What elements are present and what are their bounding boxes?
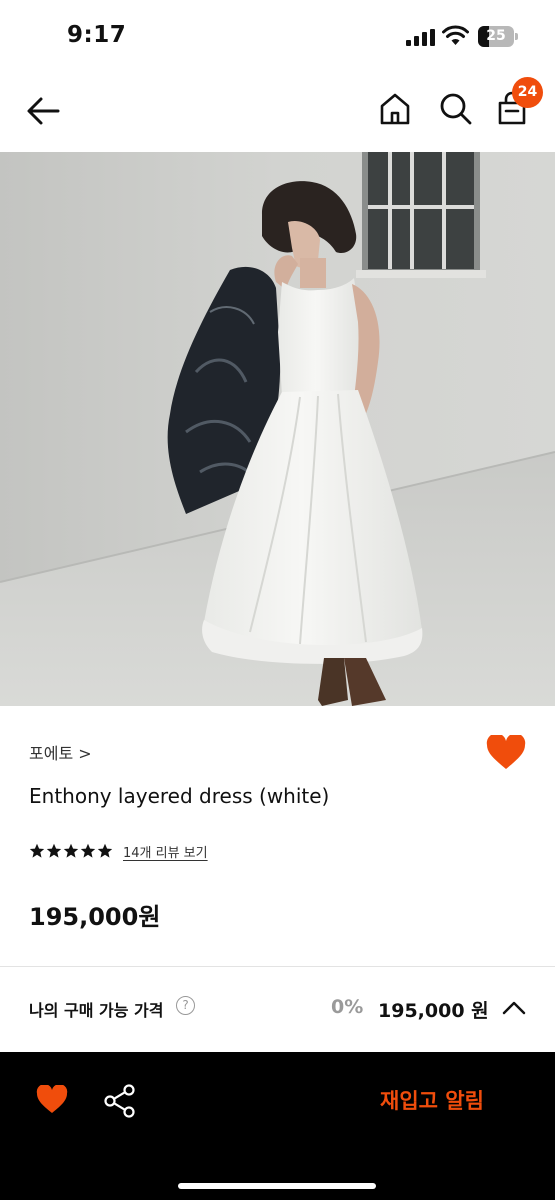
my-price-label: 나의 구매 가능 가격 xyxy=(29,1001,164,1020)
star-icon xyxy=(80,843,96,858)
wishlist-heart-icon[interactable] xyxy=(486,735,526,771)
product-name: Enthony layered dress (white) xyxy=(29,784,330,808)
restock-alert-button[interactable]: 재입고 알림 xyxy=(380,1085,484,1115)
top-nav: 24 xyxy=(0,72,555,152)
home-indicator xyxy=(178,1183,376,1189)
heart-icon[interactable] xyxy=(36,1085,68,1115)
chevron-up-icon[interactable] xyxy=(502,1000,526,1016)
chevron-right-icon: > xyxy=(78,744,92,763)
search-icon[interactable] xyxy=(437,90,475,128)
product-image[interactable] xyxy=(0,152,555,706)
my-price-row[interactable]: 나의 구매 가능 가격 ? 0% 195,000 원 xyxy=(0,967,555,1052)
discount-rate: 0% xyxy=(331,996,364,1018)
wifi-icon xyxy=(442,25,469,45)
back-arrow-icon[interactable] xyxy=(24,92,62,130)
battery-icon: 25 xyxy=(478,26,518,47)
status-bar: 9:17 25 xyxy=(0,0,555,72)
review-link[interactable]: 14개 리뷰 보기 xyxy=(123,842,208,861)
star-icon xyxy=(29,843,45,858)
rating: 14개 리뷰 보기 xyxy=(29,841,208,861)
star-icon xyxy=(46,843,62,858)
rating-stars xyxy=(29,843,113,859)
bottom-action-bar: 재입고 알림 xyxy=(0,1052,555,1200)
brand-link[interactable]: 포에토 > xyxy=(29,740,92,764)
signal-icon xyxy=(406,29,435,46)
product-price: 195,000원 xyxy=(29,903,161,931)
product-photo xyxy=(0,152,555,706)
battery-level: 25 xyxy=(486,28,506,44)
brand-name: 포에토 xyxy=(29,744,74,763)
cart-count-badge[interactable]: 24 xyxy=(512,77,543,108)
share-icon[interactable] xyxy=(104,1084,136,1118)
home-icon[interactable] xyxy=(376,90,414,128)
help-icon[interactable]: ? xyxy=(176,996,195,1015)
my-price-value: 195,000 원 xyxy=(378,1000,489,1022)
star-icon xyxy=(97,843,113,858)
star-icon xyxy=(63,843,79,858)
status-time: 9:17 xyxy=(67,22,127,48)
